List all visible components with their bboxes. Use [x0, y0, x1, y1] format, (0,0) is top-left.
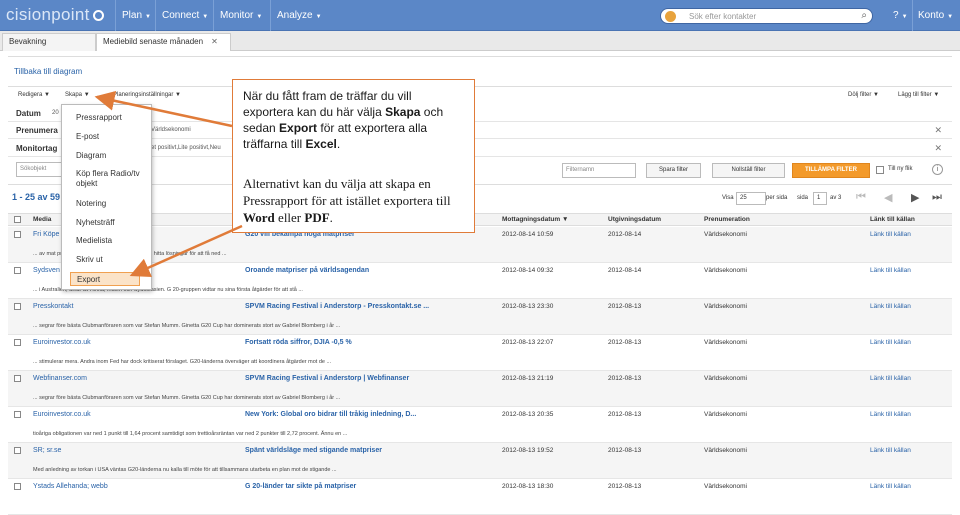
- arrow-to-export: [129, 224, 243, 278]
- callout-arrows: [94, 90, 243, 278]
- arrow-to-skapa: [94, 90, 233, 128]
